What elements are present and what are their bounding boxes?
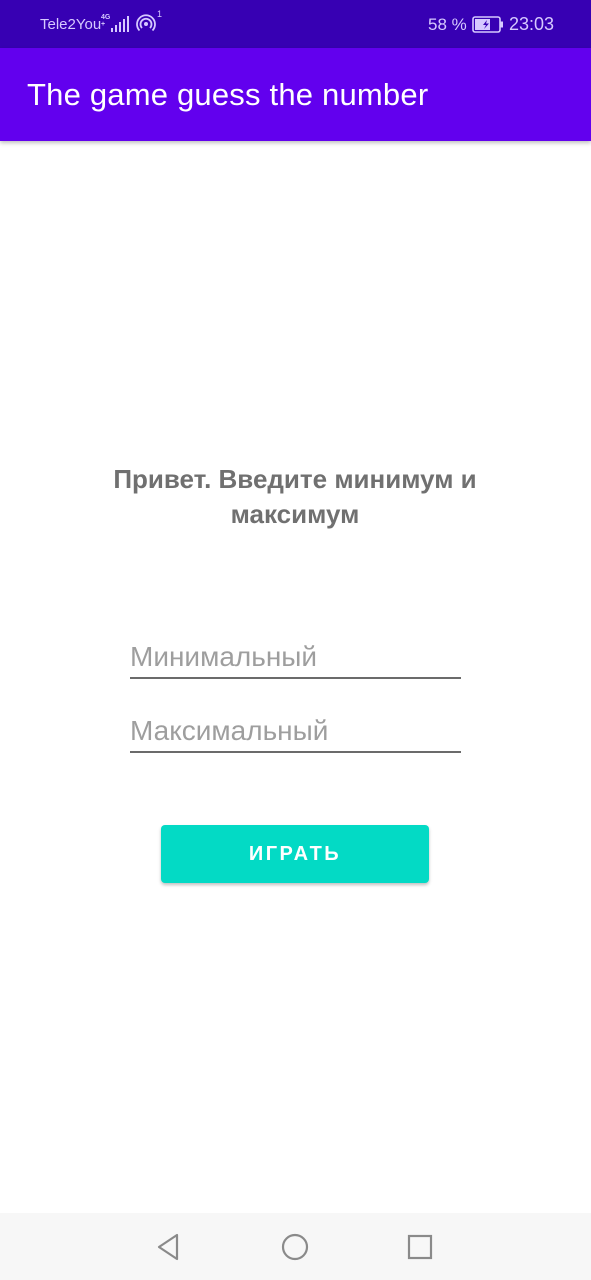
hotspot-count: 1: [157, 9, 163, 19]
signal-icon: [111, 16, 129, 32]
greeting-text: Привет. Введите минимум и максимум: [113, 464, 477, 529]
status-bar: Tele2You 4G + 1 58 % 23:03: [0, 0, 591, 48]
battery-percent: 58 %: [428, 15, 467, 34]
min-number-field[interactable]: [130, 637, 461, 679]
navigation-bar: [0, 1213, 591, 1280]
recent-apps-icon[interactable]: [404, 1231, 436, 1263]
app-bar: The game guess the number: [0, 48, 591, 141]
play-button[interactable]: ИГРАТЬ: [161, 825, 429, 883]
hotspot-icon: [136, 14, 156, 32]
back-icon[interactable]: [153, 1231, 185, 1263]
screen: Tele2You 4G + 1 58 % 23:03 The game gues…: [0, 0, 591, 1280]
max-number-field[interactable]: [130, 711, 461, 753]
carrier-name: Tele2You: [40, 16, 102, 33]
app-title: The game guess the number: [27, 77, 429, 112]
home-icon[interactable]: [279, 1231, 311, 1263]
clock: 23:03: [509, 14, 555, 34]
network-type: 4G +: [101, 14, 111, 28]
battery-charging-icon: [472, 16, 503, 33]
